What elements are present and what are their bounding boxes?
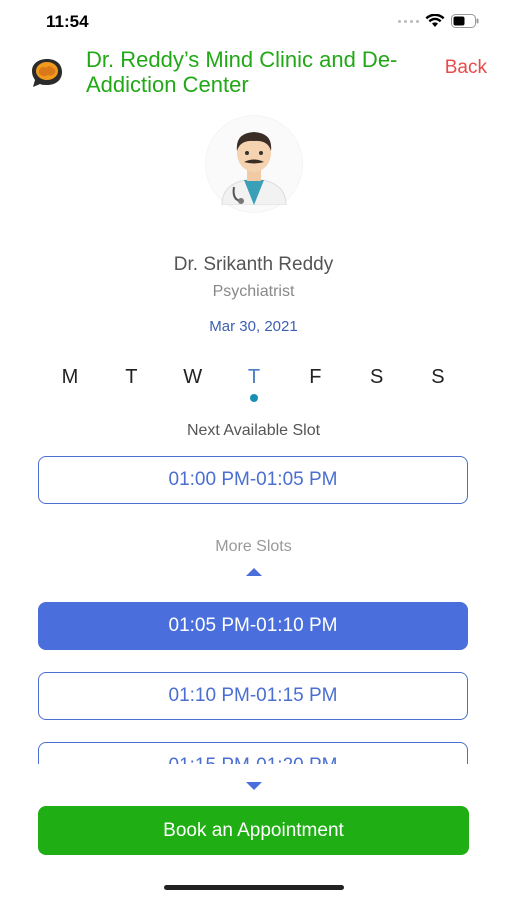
status-bar: 11:54: [0, 0, 507, 44]
scroll-down-arrow-icon[interactable]: [245, 781, 263, 791]
selected-day-indicator: [249, 394, 258, 402]
slot-button[interactable]: 01:10 PM-01:15 PM: [38, 672, 468, 720]
book-appointment-button[interactable]: Book an Appointment: [38, 806, 469, 855]
header: Dr. Reddy’s Mind Clinic and De-Addiction…: [0, 44, 507, 104]
weekday-wed[interactable]: W: [163, 366, 223, 406]
signal-icon: [398, 19, 419, 23]
status-time: 11:54: [46, 12, 89, 31]
more-slots-label: More Slots: [215, 538, 292, 555]
home-indicator[interactable]: [164, 885, 344, 890]
scroll-up-arrow-icon[interactable]: [245, 567, 263, 577]
weekday-fri[interactable]: F: [285, 366, 345, 406]
weekday-mon[interactable]: M: [40, 366, 100, 406]
selected-date: Mar 30, 2021: [209, 318, 298, 335]
weekday-sat[interactable]: S: [347, 366, 407, 406]
battery-icon: [451, 14, 479, 28]
next-available-label: Next Available Slot: [186, 422, 321, 439]
slot-button-selected[interactable]: 01:05 PM-01:10 PM: [38, 602, 468, 650]
weekday-sun[interactable]: S: [408, 366, 468, 406]
doctor-name: Dr. Srikanth Reddy: [173, 254, 334, 275]
wifi-icon: [425, 14, 445, 28]
slot-button[interactable]: 01:15 PM-01:20 PM: [38, 742, 468, 764]
doctor-specialty: Psychiatrist: [212, 283, 295, 300]
next-available-slot-button[interactable]: 01:00 PM-01:05 PM: [38, 456, 468, 504]
back-button[interactable]: Back: [445, 57, 487, 79]
brain-logo-icon: [28, 56, 66, 90]
status-icons: [398, 14, 479, 28]
doctor-avatar: [181, 116, 327, 212]
doctor-emoji-icon: [221, 132, 287, 205]
clinic-title: Dr. Reddy’s Mind Clinic and De-Addiction…: [86, 47, 398, 97]
more-slots-list[interactable]: 01:05 PM-01:10 PM 01:10 PM-01:15 PM 01:1…: [0, 590, 507, 764]
weekday-tue[interactable]: T: [101, 366, 161, 406]
weekday-selector: M T W T F S S: [40, 366, 468, 406]
weekday-thu-selected[interactable]: T: [224, 366, 284, 406]
